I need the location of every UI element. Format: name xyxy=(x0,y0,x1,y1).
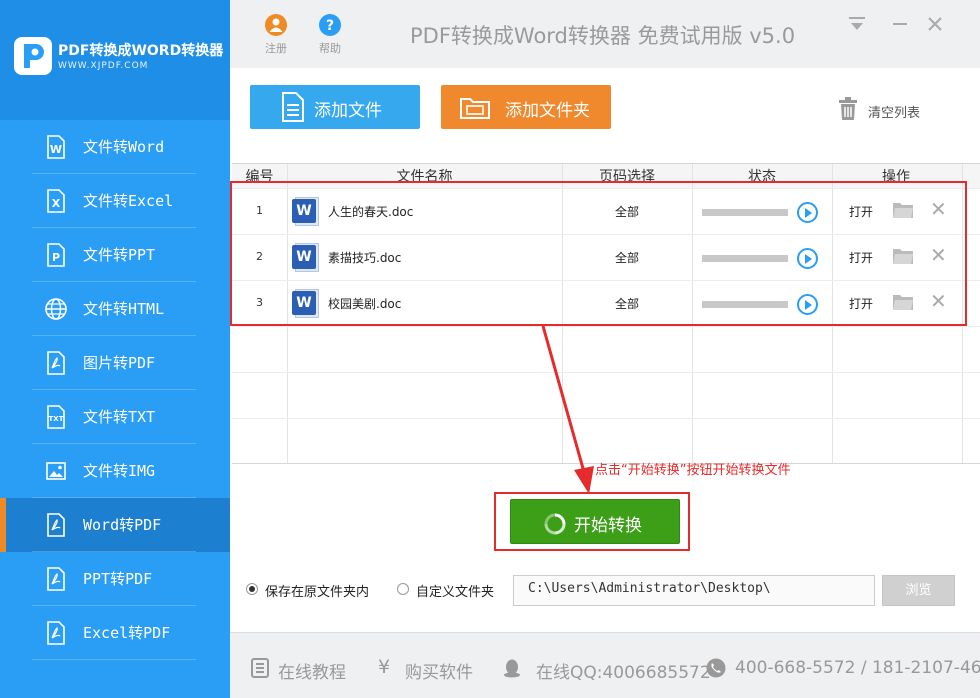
close-window-button[interactable] xyxy=(924,14,946,40)
sidebar-item-file-to-excel[interactable]: X 文件转Excel xyxy=(0,174,230,228)
svg-text:W: W xyxy=(50,143,62,156)
sidebar-item-label: Excel转PDF xyxy=(83,624,171,642)
globe-icon xyxy=(45,298,67,320)
qq-icon xyxy=(504,659,520,678)
row-divider xyxy=(232,372,980,373)
folder-icon xyxy=(460,98,490,119)
register-button[interactable]: 注册 xyxy=(256,14,296,64)
sidebar-item-label: 文件转Excel xyxy=(83,192,174,210)
sidebar-item-excel-to-pdf[interactable]: Excel转PDF xyxy=(0,606,230,660)
save-original-label: 保存在原文件夹内 xyxy=(265,585,370,600)
help-label: 帮助 xyxy=(319,42,341,55)
pdf-doc-icon xyxy=(47,513,65,537)
save-custom-radio[interactable] xyxy=(397,583,409,595)
book-icon xyxy=(251,658,269,678)
svg-text:X: X xyxy=(52,197,61,210)
title-bar: 注册 ? 帮助 PDF转换成Word转换器 免费试用版 v5.0 xyxy=(230,0,980,68)
image-icon xyxy=(46,462,66,480)
txt-doc-icon: TXT xyxy=(47,405,65,429)
sidebar-item-label: 图片转PDF xyxy=(83,354,156,372)
yen-icon: ¥ xyxy=(378,656,391,678)
app-logo-icon xyxy=(14,37,52,75)
logo-area: PDF转换成WORD转换器 WWW.XJPDF.COM xyxy=(0,0,230,120)
browse-button[interactable]: 浏览 xyxy=(882,575,955,606)
clear-list-button[interactable]: 清空列表 xyxy=(835,96,935,124)
sidebar-item-label: 文件转Word xyxy=(83,138,165,156)
add-folder-button[interactable]: 添加文件夹 xyxy=(441,85,611,129)
phone-icon xyxy=(706,658,726,678)
sidebar-item-label: PPT转PDF xyxy=(83,570,153,588)
save-custom-label: 自定义文件夹 xyxy=(416,585,495,600)
row-divider xyxy=(232,326,980,327)
svg-text:TXT: TXT xyxy=(49,415,64,423)
sidebar-item-label: 文件转TXT xyxy=(83,408,156,426)
hotline-text: 400-668-5572 / 181-2107-4602 xyxy=(735,658,980,678)
rows-highlight-frame xyxy=(230,181,967,326)
user-icon xyxy=(265,14,287,36)
pdf-doc-icon xyxy=(47,621,65,645)
sidebar-item-image-to-pdf[interactable]: 图片转PDF xyxy=(0,336,230,390)
menu-dropdown-button[interactable] xyxy=(846,14,868,40)
sidebar-item-label: Word转PDF xyxy=(83,516,162,534)
start-convert-button[interactable]: 开始转换 xyxy=(510,499,680,544)
minimize-button[interactable] xyxy=(889,14,911,40)
sidebar-item-file-to-txt[interactable]: TXT 文件转TXT xyxy=(0,390,230,444)
footer-bar: 在线教程 ¥ 购买软件 在线QQ:4006685572 400-668-5572… xyxy=(230,632,980,698)
app-window: PDF转换成WORD转换器 WWW.XJPDF.COM W 文件转Word X … xyxy=(0,0,980,698)
add-file-label: 添加文件 xyxy=(314,101,382,121)
start-convert-label: 开始转换 xyxy=(574,516,642,536)
minimize-icon xyxy=(893,23,907,25)
sidebar-item-file-to-ppt[interactable]: P 文件转PPT xyxy=(0,228,230,282)
app-logo-url: WWW.XJPDF.COM xyxy=(58,61,149,71)
online-tutorial-link[interactable]: 在线教程 xyxy=(278,658,346,683)
online-qq-link[interactable]: 在线QQ:4006685572 xyxy=(536,658,711,683)
help-icon: ? xyxy=(319,14,341,36)
sidebar-item-label: 文件转IMG xyxy=(83,462,156,480)
pdf-doc-icon xyxy=(47,351,65,375)
output-path-field[interactable]: C:\Users\Administrator\Desktop\ xyxy=(513,575,875,606)
buy-software-link[interactable]: 购买软件 xyxy=(405,658,473,683)
pdf-doc-icon xyxy=(47,567,65,591)
save-original-radio[interactable] xyxy=(246,583,258,595)
window-title: PDF转换成Word转换器 免费试用版 v5.0 xyxy=(410,24,796,48)
annotation-arrow-icon xyxy=(541,325,594,494)
app-logo-title: PDF转换成WORD转换器 xyxy=(58,43,224,59)
add-file-button[interactable]: 添加文件 xyxy=(250,85,420,129)
sidebar-item-word-to-pdf[interactable]: Word转PDF xyxy=(0,498,230,552)
ppt-doc-icon: P xyxy=(47,243,65,267)
annotation-hint: 点击“开始转换”按钮开始转换文件 xyxy=(595,463,791,478)
refresh-icon xyxy=(544,513,566,535)
excel-doc-icon: X xyxy=(47,189,65,213)
sidebar-item-file-to-img[interactable]: 文件转IMG xyxy=(0,444,230,498)
svg-text:P: P xyxy=(52,251,60,264)
row-divider xyxy=(232,418,980,419)
sidebar-nav: W 文件转Word X 文件转Excel P 文件转PPT 文件转HTML 图片… xyxy=(0,120,230,660)
add-folder-label: 添加文件夹 xyxy=(505,101,590,121)
close-icon xyxy=(928,17,942,31)
sidebar-item-file-to-html[interactable]: 文件转HTML xyxy=(0,282,230,336)
chevron-down-icon xyxy=(849,17,865,30)
register-label: 注册 xyxy=(265,42,287,55)
sidebar-item-label: 文件转PPT xyxy=(83,246,156,264)
sidebar-item-label: 文件转HTML xyxy=(83,300,165,318)
word-doc-icon: W xyxy=(47,135,65,159)
sidebar: PDF转换成WORD转换器 WWW.XJPDF.COM W 文件转Word X … xyxy=(0,0,230,698)
sidebar-item-file-to-word[interactable]: W 文件转Word xyxy=(0,120,230,174)
document-icon xyxy=(282,92,304,122)
trash-icon xyxy=(839,97,857,120)
clear-list-label: 清空列表 xyxy=(868,106,921,121)
svg-text:?: ? xyxy=(326,18,334,34)
help-button[interactable]: ? 帮助 xyxy=(310,14,350,64)
sidebar-item-ppt-to-pdf[interactable]: PPT转PDF xyxy=(0,552,230,606)
